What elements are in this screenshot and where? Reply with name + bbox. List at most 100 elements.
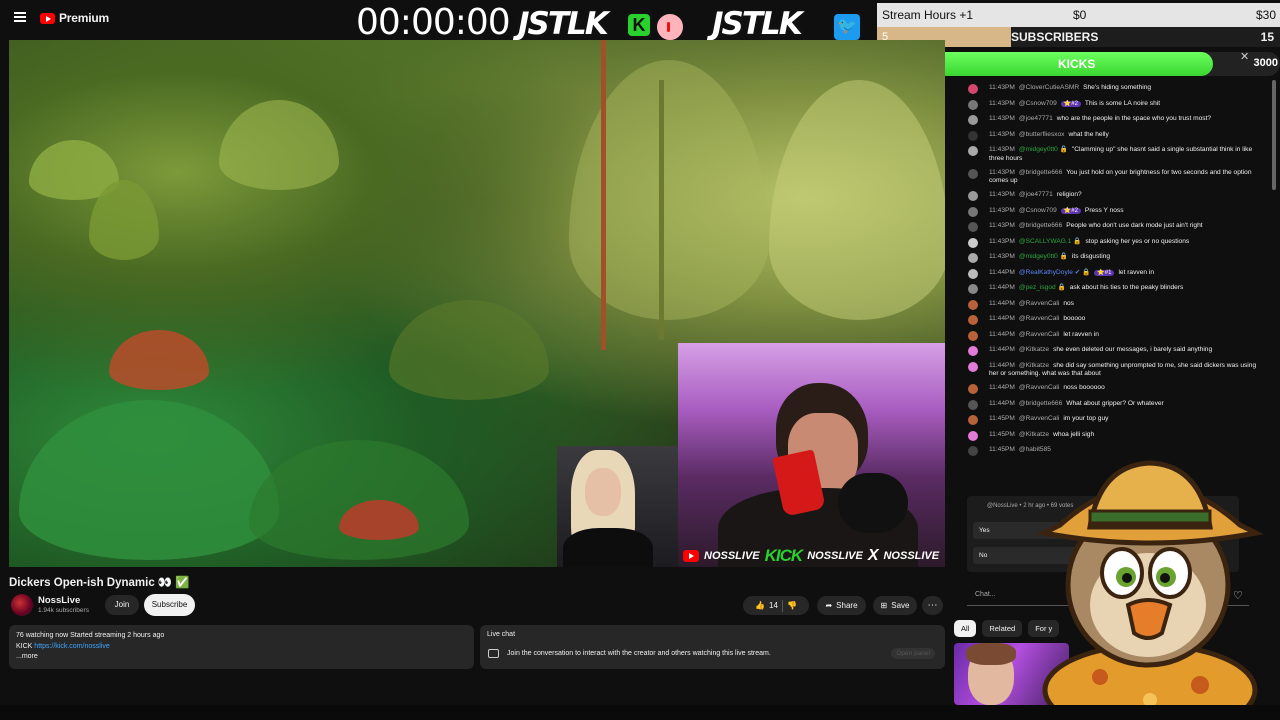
chat-username[interactable]: @Csnow709 <box>1019 100 1057 107</box>
show-more-link[interactable]: ...more <box>16 652 467 663</box>
chat-scrollbar[interactable] <box>1272 80 1276 190</box>
chat-message[interactable]: 11:44PM @RavvenCali let ravven in <box>955 329 1260 345</box>
chat-message[interactable]: 11:44PM @Kitkatze she even deleted our mes… <box>955 344 1260 360</box>
chat-text: religion? <box>1056 191 1082 198</box>
chat-username[interactable]: @RavvenCali <box>1019 300 1059 307</box>
subscribe-button[interactable]: Subscribe <box>144 594 195 616</box>
save-button[interactable]: ⊞ Save <box>873 596 917 615</box>
chat-username[interactable]: @RealKathyDoyle ✔ 🔒 <box>1019 269 1090 276</box>
chat-username[interactable]: @joe47771 <box>1019 191 1053 198</box>
chat-message[interactable]: 11:44PM @bridgette666 What about gripper? … <box>955 398 1260 414</box>
chat-message[interactable]: 11:43PM @SCALLYWAG.1 🔒 stop asking her yes… <box>955 236 1260 252</box>
chat-avatar[interactable] <box>968 237 978 248</box>
chat-username[interactable]: @Kitkatze <box>1019 431 1049 438</box>
chat-username[interactable]: @joe47771 <box>1019 115 1053 122</box>
plant-leaf <box>389 300 549 400</box>
chat-avatar[interactable] <box>968 206 978 217</box>
description-box[interactable]: 76 watching now Started streaming 2 hour… <box>9 625 474 669</box>
chat-username[interactable]: @midgey0tt0 🔒 <box>1019 146 1068 153</box>
thumb-hair <box>966 643 1016 665</box>
chat-username[interactable]: @Kitkatze <box>1019 362 1049 369</box>
chat-username[interactable]: @RavvenCali <box>1019 331 1059 338</box>
chat-message[interactable]: 11:44PM @RealKathyDoyle ✔ 🔒 ⭐#1 let ravven … <box>955 267 1260 283</box>
channel-name[interactable]: NossLive <box>38 595 80 606</box>
close-icon[interactable]: ✕ <box>1240 50 1249 63</box>
chat-username[interactable]: @habit585 <box>1019 446 1051 453</box>
chat-avatar[interactable] <box>968 415 978 425</box>
share-button[interactable]: ➦ Share <box>817 596 866 615</box>
chat-avatar[interactable] <box>968 430 978 441</box>
chat-message[interactable]: 11:43PM @bridgette666 You just hold on you… <box>955 167 1260 190</box>
chat-avatar[interactable] <box>968 253 978 263</box>
chat-message[interactable]: 11:45PM @Kitkatze whoa jelli sigh <box>955 429 1260 445</box>
like-icon[interactable]: 👍 <box>755 601 765 610</box>
join-button[interactable]: Join <box>105 595 139 615</box>
chat-username[interactable]: @Csnow709 <box>1019 207 1057 214</box>
hamburger-menu-icon[interactable] <box>14 12 26 22</box>
chat-message-body: 11:43PM @midgey0tt0 🔒 "Clamming up" she ha… <box>989 146 1260 163</box>
chat-message[interactable]: 11:45PM @RavvenCali im your top guy <box>955 413 1260 429</box>
chat-username[interactable]: @bridgette666 <box>1019 169 1062 176</box>
chat-avatar[interactable] <box>968 99 978 110</box>
chat-avatar[interactable] <box>968 384 978 394</box>
chat-avatar[interactable] <box>968 299 978 310</box>
chat-avatar[interactable] <box>968 268 978 279</box>
chat-message[interactable]: 11:44PM @Kitkatze she did say something un… <box>955 360 1260 383</box>
chat-username[interactable]: @bridgette666 <box>1019 400 1062 407</box>
chat-message[interactable]: 11:43PM @joe47771 who are the people in th… <box>955 113 1260 129</box>
chat-avatar[interactable] <box>968 84 978 94</box>
chat-username[interactable]: @butterfliesxox <box>1019 131 1065 138</box>
social-handles-bar: NOSSLIVE KICK NOSSLIVE X NOSSLIVE <box>683 546 945 566</box>
chat-avatar[interactable] <box>968 284 978 294</box>
plant-leaf <box>219 100 339 190</box>
dislike-icon[interactable]: 👎 <box>787 601 797 610</box>
chat-timestamp: 11:43PM <box>989 168 1015 176</box>
chat-message[interactable]: 11:44PM @RavvenCali nos <box>955 298 1260 314</box>
kick-link[interactable]: https://kick.com/nosslive <box>34 643 109 650</box>
chat-username[interactable]: @midgey0tt0 🔒 <box>1019 253 1068 260</box>
chat-avatar[interactable] <box>968 146 978 156</box>
chat-message[interactable]: 11:43PM @midgey0tt0 🔒 "Clamming up" she ha… <box>955 144 1260 167</box>
chat-text: Press Y noss <box>1084 206 1124 214</box>
chat-message[interactable]: 11:43PM @bridgette666 People who don't use… <box>955 220 1260 236</box>
chat-avatar[interactable] <box>968 191 978 201</box>
chat-message-body: 11:43PM @midgey0tt0 🔒 its disgusting <box>989 253 1110 263</box>
chip-related[interactable]: Related <box>982 620 1023 637</box>
chat-username[interactable]: @bridgette666 <box>1019 222 1062 229</box>
chat-message[interactable]: 11:43PM @butterfliesxox what the helly <box>955 129 1260 145</box>
chat-message[interactable]: 11:44PM @RavvenCali booooo <box>955 313 1260 329</box>
chat-avatar[interactable] <box>968 330 978 341</box>
chat-timestamp: 11:44PM <box>989 361 1015 369</box>
chat-message[interactable]: 11:43PM @midgey0tt0 🔒 its disgusting <box>955 251 1260 267</box>
open-panel-button[interactable]: Open panel <box>891 648 935 659</box>
chat-message[interactable]: 11:43PM @Csnow709 ⭐#2 Press Y noss <box>955 205 1260 221</box>
chat-username[interactable]: @SCALLYWAG.1 🔒 <box>1019 238 1082 245</box>
chat-avatar[interactable] <box>968 446 978 456</box>
chat-username[interactable]: @RavvenCali <box>1019 315 1059 322</box>
more-actions-button[interactable]: ⋯ <box>922 596 943 615</box>
chat-avatar[interactable] <box>968 361 978 372</box>
chat-username[interactable]: @RavvenCali <box>1019 415 1059 422</box>
chat-avatar[interactable] <box>968 399 978 410</box>
chat-message[interactable]: 11:44PM @pez_isgod 🔒 ask about his ties to… <box>955 282 1260 298</box>
chat-avatar[interactable] <box>968 168 978 179</box>
chat-username[interactable]: @Kitkatze <box>1019 346 1049 353</box>
chat-message-body: 11:43PM @CloverCutieASMR She's hiding some… <box>989 84 1151 94</box>
chat-avatar[interactable] <box>968 130 978 141</box>
like-count[interactable]: 14 <box>769 601 778 610</box>
chat-message[interactable]: 11:44PM @RavvenCali noss boooooo <box>955 382 1260 398</box>
chat-username[interactable]: @pez_isgod 🔒 <box>1019 284 1066 291</box>
chat-username[interactable]: @CloverCutieASMR <box>1019 84 1079 91</box>
chat-username[interactable]: @RavvenCali <box>1019 384 1059 391</box>
chat-avatar[interactable] <box>968 315 978 325</box>
chip-all[interactable]: All <box>954 620 977 637</box>
chat-message[interactable]: 11:43PM @joe47771 religion? <box>955 189 1260 205</box>
channel-avatar[interactable] <box>11 594 33 616</box>
chat-message[interactable]: 11:43PM @Csnow709 ⭐#2 This is some LA noire… <box>955 98 1260 114</box>
chat-avatar[interactable] <box>968 222 978 232</box>
youtube-premium-logo[interactable]: Premium <box>40 11 109 25</box>
chat-message-body: 11:45PM @Kitkatze whoa jelli sigh <box>989 431 1094 441</box>
chat-avatar[interactable] <box>968 346 978 356</box>
chat-message[interactable]: 11:43PM @CloverCutieASMR She's hiding some… <box>955 82 1260 98</box>
chat-avatar[interactable] <box>968 115 978 125</box>
